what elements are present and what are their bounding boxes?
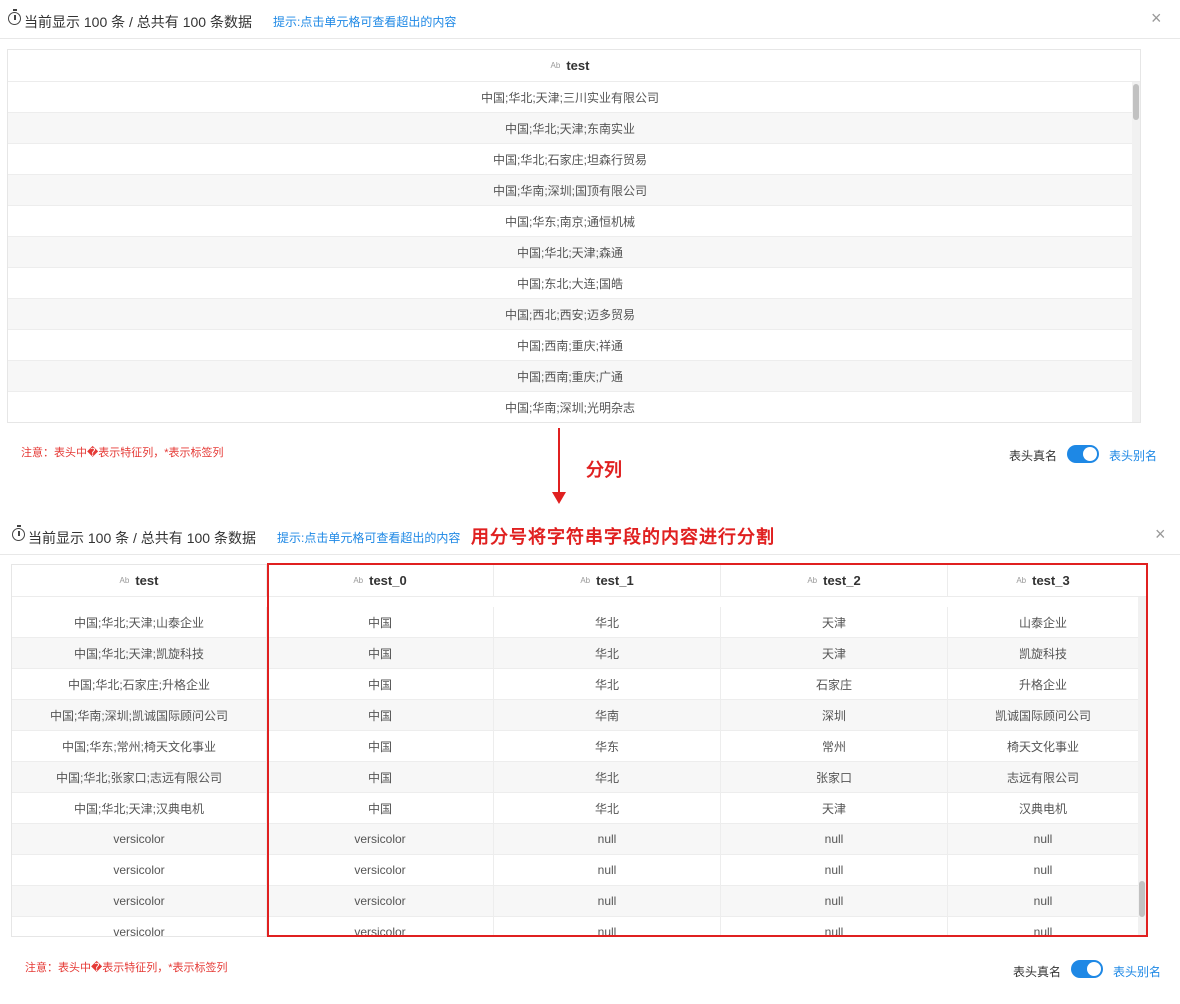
- table-cell[interactable]: versicolor: [12, 824, 267, 854]
- column-header-label: test: [135, 573, 159, 588]
- table-cell[interactable]: 中国;西南;重庆;广通: [8, 361, 1132, 391]
- scrollbar-thumb[interactable]: [1133, 84, 1139, 120]
- table-cell[interactable]: versicolor: [12, 855, 267, 885]
- table-cell[interactable]: 中国;华北;张家口;志远有限公司: [12, 762, 267, 792]
- record-count-text: 当前显示 100 条 / 总共有 100 条数据: [28, 530, 256, 546]
- split-arrow-line: [558, 428, 560, 494]
- arrow-down-icon: [552, 492, 566, 504]
- table-cell[interactable]: 中国;东北;大连;国皓: [8, 268, 1132, 298]
- table-body: 中国;华北;天津;三川实业有限公司 中国;华北;天津;东南实业 中国;华北;石家庄;…: [8, 82, 1132, 422]
- table-row: 中国;华南;深圳;国顶有限公司: [8, 175, 1132, 206]
- clock-icon: [8, 9, 21, 25]
- table-cell[interactable]: 中国;华东;南京;通恒机械: [8, 206, 1132, 236]
- split-columns-highlight-box: [267, 563, 1148, 937]
- table-cell[interactable]: 中国;华东;常州;椅天文化事业: [12, 731, 267, 761]
- table-cell[interactable]: 中国;华北;天津;山泰企业: [12, 607, 267, 637]
- table-row: 中国;东北;大连;国皓: [8, 268, 1132, 299]
- table-row: 中国;华北;天津;东南实业: [8, 113, 1132, 144]
- top-data-preview-panel: 当前显示 100 条 / 总共有 100 条数据 提示:点击单元格可查看超出的内…: [0, 0, 1180, 470]
- table-cell[interactable]: 中国;华北;石家庄;升格企业: [12, 669, 267, 699]
- toggle-real-name-label: 表头真名: [1009, 449, 1058, 463]
- table-cell[interactable]: 中国;华南;深圳;国顶有限公司: [8, 175, 1132, 205]
- table-cell[interactable]: 中国;西北;西安;迈多贸易: [8, 299, 1132, 329]
- record-count-text: 当前显示 100 条 / 总共有 100 条数据: [24, 14, 252, 30]
- toggle-alias-label: 表头别名: [1113, 965, 1162, 979]
- table-cell[interactable]: versicolor: [12, 886, 267, 916]
- toggle-real-name-label: 表头真名: [1013, 965, 1062, 979]
- hint-text: 提示:点击单元格可查看超出的内容: [277, 531, 461, 545]
- header-alias-toggle[interactable]: [1071, 960, 1103, 978]
- table-header: Ab test: [8, 50, 1140, 82]
- table-row: 中国;华北;天津;森通: [8, 237, 1132, 268]
- table-cell[interactable]: 中国;华北;石家庄;坦森行贸易: [8, 144, 1132, 174]
- table-row: 中国;华北;天津;三川实业有限公司: [8, 82, 1132, 113]
- close-icon[interactable]: ×: [1151, 8, 1162, 28]
- table-cell[interactable]: 中国;华北;天津;凯旋科技: [12, 638, 267, 668]
- column-header-test[interactable]: Ab test: [12, 565, 267, 596]
- text-type-icon: Ab: [550, 61, 561, 70]
- table-cell[interactable]: 中国;华北;天津;三川实业有限公司: [8, 82, 1132, 112]
- header-alias-toggle[interactable]: [1067, 445, 1099, 463]
- column-header-label: test: [566, 58, 590, 73]
- toggle-alias-label: 表头别名: [1109, 449, 1158, 463]
- table-row: 中国;西南;重庆;祥通: [8, 330, 1132, 361]
- table-row: 中国;华南;深圳;光明杂志: [8, 392, 1132, 422]
- split-arrow-label: 分列: [586, 460, 622, 480]
- clock-icon: [12, 525, 25, 541]
- top-toolbar: 当前显示 100 条 / 总共有 100 条数据 提示:点击单元格可查看超出的内…: [8, 2, 1180, 38]
- column-header-test[interactable]: Ab test: [8, 50, 1132, 81]
- table-cell[interactable]: versicolor: [12, 917, 267, 936]
- text-type-icon: Ab: [119, 576, 130, 585]
- table-cell[interactable]: 中国;华北;天津;森通: [8, 237, 1132, 267]
- table-row: 中国;西北;西安;迈多贸易: [8, 299, 1132, 330]
- legend-note: 注意：表头中�表示特征列，*表示标签列: [25, 962, 228, 974]
- table-row: 中国;华北;石家庄;坦森行贸易: [8, 144, 1132, 175]
- toolbar-divider: [0, 38, 1180, 39]
- table-cell[interactable]: 中国;西南;重庆;祥通: [8, 330, 1132, 360]
- table-cell[interactable]: 中国;华北;天津;东南实业: [8, 113, 1132, 143]
- top-data-table: Ab test 中国;华北;天津;三川实业有限公司 中国;华北;天津;东南实业 中国…: [7, 49, 1141, 423]
- vertical-scrollbar[interactable]: [1132, 82, 1140, 422]
- toolbar-divider: [0, 554, 1180, 555]
- table-row: 中国;华东;南京;通恒机械: [8, 206, 1132, 237]
- split-annotation-text: 用分号将字符串字段的内容进行分割: [471, 527, 775, 547]
- hint-text: 提示:点击单元格可查看超出的内容: [273, 15, 457, 29]
- table-row: 中国;西南;重庆;广通: [8, 361, 1132, 392]
- table-cell[interactable]: 中国;华北;天津;汉典电机: [12, 793, 267, 823]
- close-icon[interactable]: ×: [1155, 524, 1166, 544]
- table-cell[interactable]: 中国;华南;深圳;凯诚国际顾问公司: [12, 700, 267, 730]
- legend-note: 注意：表头中�表示特征列，*表示标签列: [21, 447, 224, 459]
- table-cell[interactable]: 中国;华南;深圳;光明杂志: [8, 392, 1132, 422]
